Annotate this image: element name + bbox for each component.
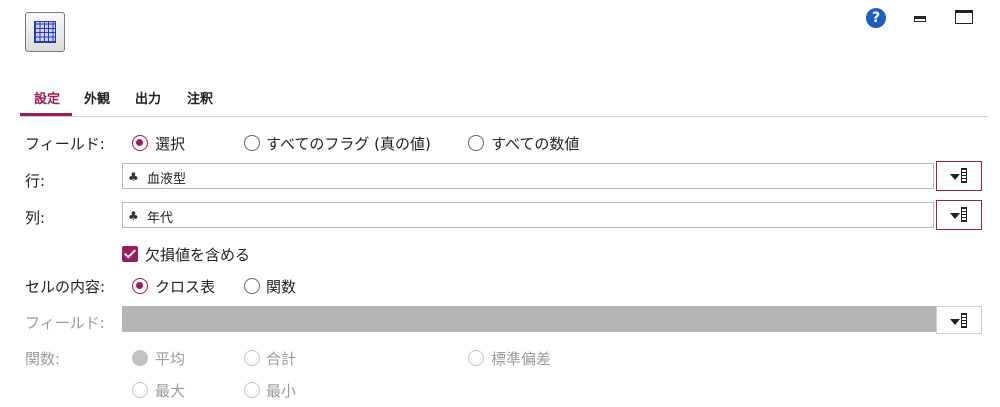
sum-radio: [244, 350, 260, 366]
field-list-icon: [961, 168, 967, 183]
field-list-icon: [961, 313, 967, 328]
function-type-label: 関数:: [25, 350, 61, 368]
row-field-value: 血液型: [147, 172, 187, 187]
max-radio: [132, 382, 148, 398]
fields-select-label[interactable]: 選択: [155, 133, 185, 154]
function-field-label: フィールド:: [25, 314, 105, 332]
min-radio: [244, 382, 260, 398]
maximize-icon[interactable]: [955, 10, 973, 24]
include-missing-checkbox[interactable]: [122, 246, 138, 262]
matrix-node-icon: [25, 12, 65, 52]
cell-contents-label: セルの内容:: [25, 278, 106, 296]
dropdown-arrow-icon: [950, 319, 960, 325]
dropdown-arrow-icon: [950, 174, 960, 180]
sum-label: 合計: [266, 350, 297, 368]
fields-select-radio[interactable]: [132, 135, 148, 151]
max-label: 最大: [155, 382, 186, 400]
help-icon[interactable]: ?: [866, 8, 886, 28]
tab-output[interactable]: 出力: [135, 88, 161, 107]
function-radio[interactable]: [244, 278, 260, 294]
row-field-input[interactable]: ♣ 血液型: [122, 163, 934, 189]
field-list-icon: [961, 207, 967, 222]
column-field-value: 年代: [147, 211, 174, 226]
stddev-label: 標準偏差: [491, 350, 552, 368]
nominal-field-icon: ♣: [128, 209, 139, 223]
tab-bar: 設定 外観 出力 注釈: [20, 82, 988, 117]
column-field-input[interactable]: ♣ 年代: [122, 202, 934, 228]
column-label: 列:: [25, 209, 46, 227]
tab-settings[interactable]: 設定: [34, 88, 60, 107]
stddev-radio: [468, 350, 484, 366]
mean-radio: [132, 350, 148, 366]
function-label[interactable]: 関数: [266, 276, 296, 297]
mean-label: 平均: [155, 350, 186, 368]
minimize-icon[interactable]: [914, 16, 926, 22]
fields-all-flags-label[interactable]: すべてのフラグ (真の値): [266, 133, 431, 154]
column-field-picker-button[interactable]: [936, 200, 982, 230]
include-missing-label[interactable]: 欠損値を含める: [145, 244, 250, 265]
fields-all-numeric-label[interactable]: すべての数値: [491, 133, 579, 154]
active-tab-indicator: [20, 113, 72, 116]
fields-all-flags-radio[interactable]: [244, 135, 260, 151]
min-label: 最小: [266, 382, 297, 400]
tab-appearance[interactable]: 外観: [84, 88, 110, 107]
crosstab-radio[interactable]: [132, 278, 148, 294]
function-field-input: [122, 306, 936, 332]
dropdown-arrow-icon: [950, 213, 960, 219]
tab-annotations[interactable]: 注釈: [187, 88, 213, 107]
function-field-picker-button: [936, 306, 982, 334]
fields-all-numeric-radio[interactable]: [468, 135, 484, 151]
row-label: 行:: [25, 172, 46, 190]
crosstab-label[interactable]: クロス表: [155, 276, 215, 297]
fields-label: フィールド:: [25, 135, 105, 153]
row-field-picker-button[interactable]: [936, 161, 982, 191]
nominal-field-icon: ♣: [128, 170, 139, 184]
